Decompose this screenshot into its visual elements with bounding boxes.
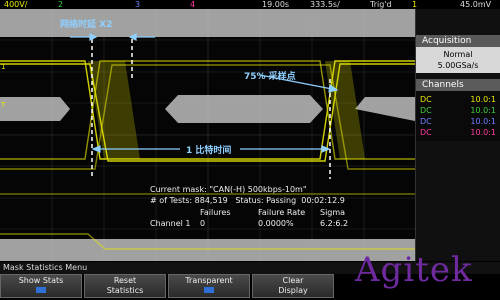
channel-coupling: DC [420,106,432,115]
waveform-display[interactable]: 1 T 网络时延 X2 75% 采样点 1 比特时间 Current mask:… [0,9,416,261]
timebase-readout[interactable]: 19.00s [262,0,289,9]
softkey-label: Transparent [185,276,233,285]
acquisition-panel[interactable]: Normal 5.00GSa/s [416,47,500,73]
checkbox-indicator-icon [204,287,214,293]
mask-center [165,95,323,123]
waveform-canvas: 1 T [0,9,415,261]
network-delay-label: 网络时延 X2 [60,20,113,30]
mask-test-status: # of Tests: 884,519 Status: Passing 00:0… [150,196,345,205]
softkey-label: Reset [113,276,137,285]
channel-row-3[interactable]: DC 10.0:1 [420,116,496,127]
softkey-label: Clear [282,276,304,285]
channel-coupling: DC [420,117,432,126]
sample-rate: 5.00GSa/s [437,61,479,70]
sample-point-label: 75% 采样点 [244,72,296,82]
failure-rate-header: Failure Rate [258,208,306,217]
sigma-value: 6.2:6.2 [320,219,349,228]
channels-panel[interactable]: DC 10.0:1 DC 10.0:1 DC 10.0:1 DC 10.0:1 [416,91,500,141]
acquisition-header: Acquisition [416,35,500,47]
channel-row-2[interactable]: DC 10.0:1 [420,105,496,116]
softkey-label: Show Stats [18,276,64,285]
ch2-indicator[interactable]: 2 [58,0,63,9]
channel-row-4[interactable]: DC 10.0:1 [420,127,496,138]
ch1-scale[interactable]: 400V/ [4,0,27,9]
channel-probe-ratio: 10.0:1 [470,117,496,126]
ch3-indicator[interactable]: 3 [135,0,140,9]
bit-time-label: 1 比特时间 [186,146,232,156]
agitek-watermark-logo: Agitek [355,250,473,290]
trigger-level-marker[interactable]: T [0,101,6,109]
channel-coupling: DC [420,95,432,104]
mask-name: Current mask: "CAN(-H) 500kbps-10m" [150,185,307,194]
failures-header: Failures [200,208,231,217]
status-bar: 400V/ 2 3 4 19.00s 333.5s/ Trig'd 1 45.0… [0,0,500,9]
failures-value: 0 [200,219,206,228]
ch4-indicator[interactable]: 4 [190,0,195,9]
show-stats-button[interactable]: Show Stats [0,274,82,298]
channel-probe-ratio: 10.0:1 [470,106,496,115]
mask-bottom [0,239,415,261]
clear-display-button[interactable]: Clear Display [252,274,334,298]
sigma-header: Sigma [320,208,346,217]
trigger-source[interactable]: 1 [412,0,417,9]
softkey-label-2: Display [278,286,308,295]
softkey-label-2: Statistics [106,286,144,295]
channel-coupling: DC [420,128,432,137]
transparent-button[interactable]: Transparent [168,274,250,298]
reset-statistics-button[interactable]: Reset Statistics [84,274,166,298]
ch1-ground-marker[interactable]: 1 [1,63,5,71]
mask-left [0,97,70,121]
trigger-status: Trig'd [370,0,392,9]
failure-rate-value: 0.0000% [258,219,294,228]
trigger-level[interactable]: 45.0mV [460,0,491,9]
acquisition-mode: Normal [443,50,473,59]
channels-header: Channels [416,79,500,91]
time-delay-readout[interactable]: 333.5s/ [310,0,340,9]
channel-row-label: Channel 1 [150,219,191,228]
checkbox-indicator-icon [36,287,46,293]
channel-probe-ratio: 10.0:1 [470,95,496,104]
channel-probe-ratio: 10.0:1 [470,128,496,137]
side-panel: Acquisition Normal 5.00GSa/s Channels DC… [416,9,500,261]
channel-row-1[interactable]: DC 10.0:1 [420,94,496,105]
